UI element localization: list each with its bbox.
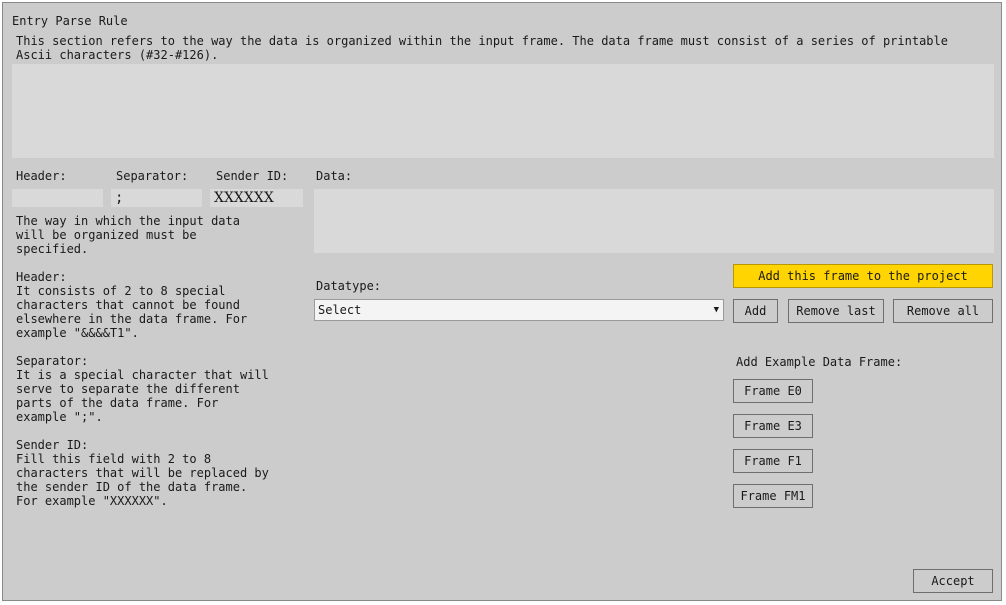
- datatype-label: Datatype:: [316, 279, 382, 293]
- header-label: Header:: [16, 169, 67, 183]
- add-example-label: Add Example Data Frame:: [736, 355, 903, 369]
- datatype-select-value: Select: [318, 303, 362, 317]
- frame-e0-button[interactable]: Frame E0: [733, 379, 813, 403]
- separator-label: Separator:: [116, 169, 189, 183]
- data-label: Data:: [316, 169, 353, 183]
- add-button[interactable]: Add: [733, 299, 778, 323]
- sender-id-input[interactable]: XXXXXX: [210, 189, 303, 207]
- section-description: This section refers to the way the data …: [16, 34, 948, 62]
- accept-button[interactable]: Accept: [913, 569, 993, 593]
- description-textarea[interactable]: [12, 64, 994, 158]
- add-frame-to-project-button[interactable]: Add this frame to the project: [733, 264, 993, 288]
- frame-f1-button[interactable]: Frame F1: [733, 449, 813, 473]
- help-header: Header: It consists of 2 to 8 special ch…: [16, 270, 248, 340]
- separator-input[interactable]: ;: [111, 189, 202, 207]
- section-title: Entry Parse Rule: [12, 14, 128, 28]
- sender-id-label: Sender ID:: [216, 169, 289, 183]
- header-input[interactable]: [12, 189, 103, 207]
- data-input[interactable]: [314, 189, 994, 253]
- remove-all-button[interactable]: Remove all: [893, 299, 993, 323]
- help-separator: Separator: It is a special character tha…: [16, 354, 269, 424]
- frame-e3-button[interactable]: Frame E3: [733, 414, 813, 438]
- help-sender-id: Sender ID: Fill this field with 2 to 8 c…: [16, 438, 269, 508]
- chevron-down-icon: ▼: [713, 305, 719, 315]
- datatype-select[interactable]: Select ▼: [314, 299, 724, 321]
- remove-last-button[interactable]: Remove last: [788, 299, 884, 323]
- help-intro: The way in which the input data will be …: [16, 214, 240, 256]
- entry-parse-rule-panel: Entry Parse Rule This section refers to …: [2, 2, 1002, 601]
- frame-fm1-button[interactable]: Frame FM1: [733, 484, 813, 508]
